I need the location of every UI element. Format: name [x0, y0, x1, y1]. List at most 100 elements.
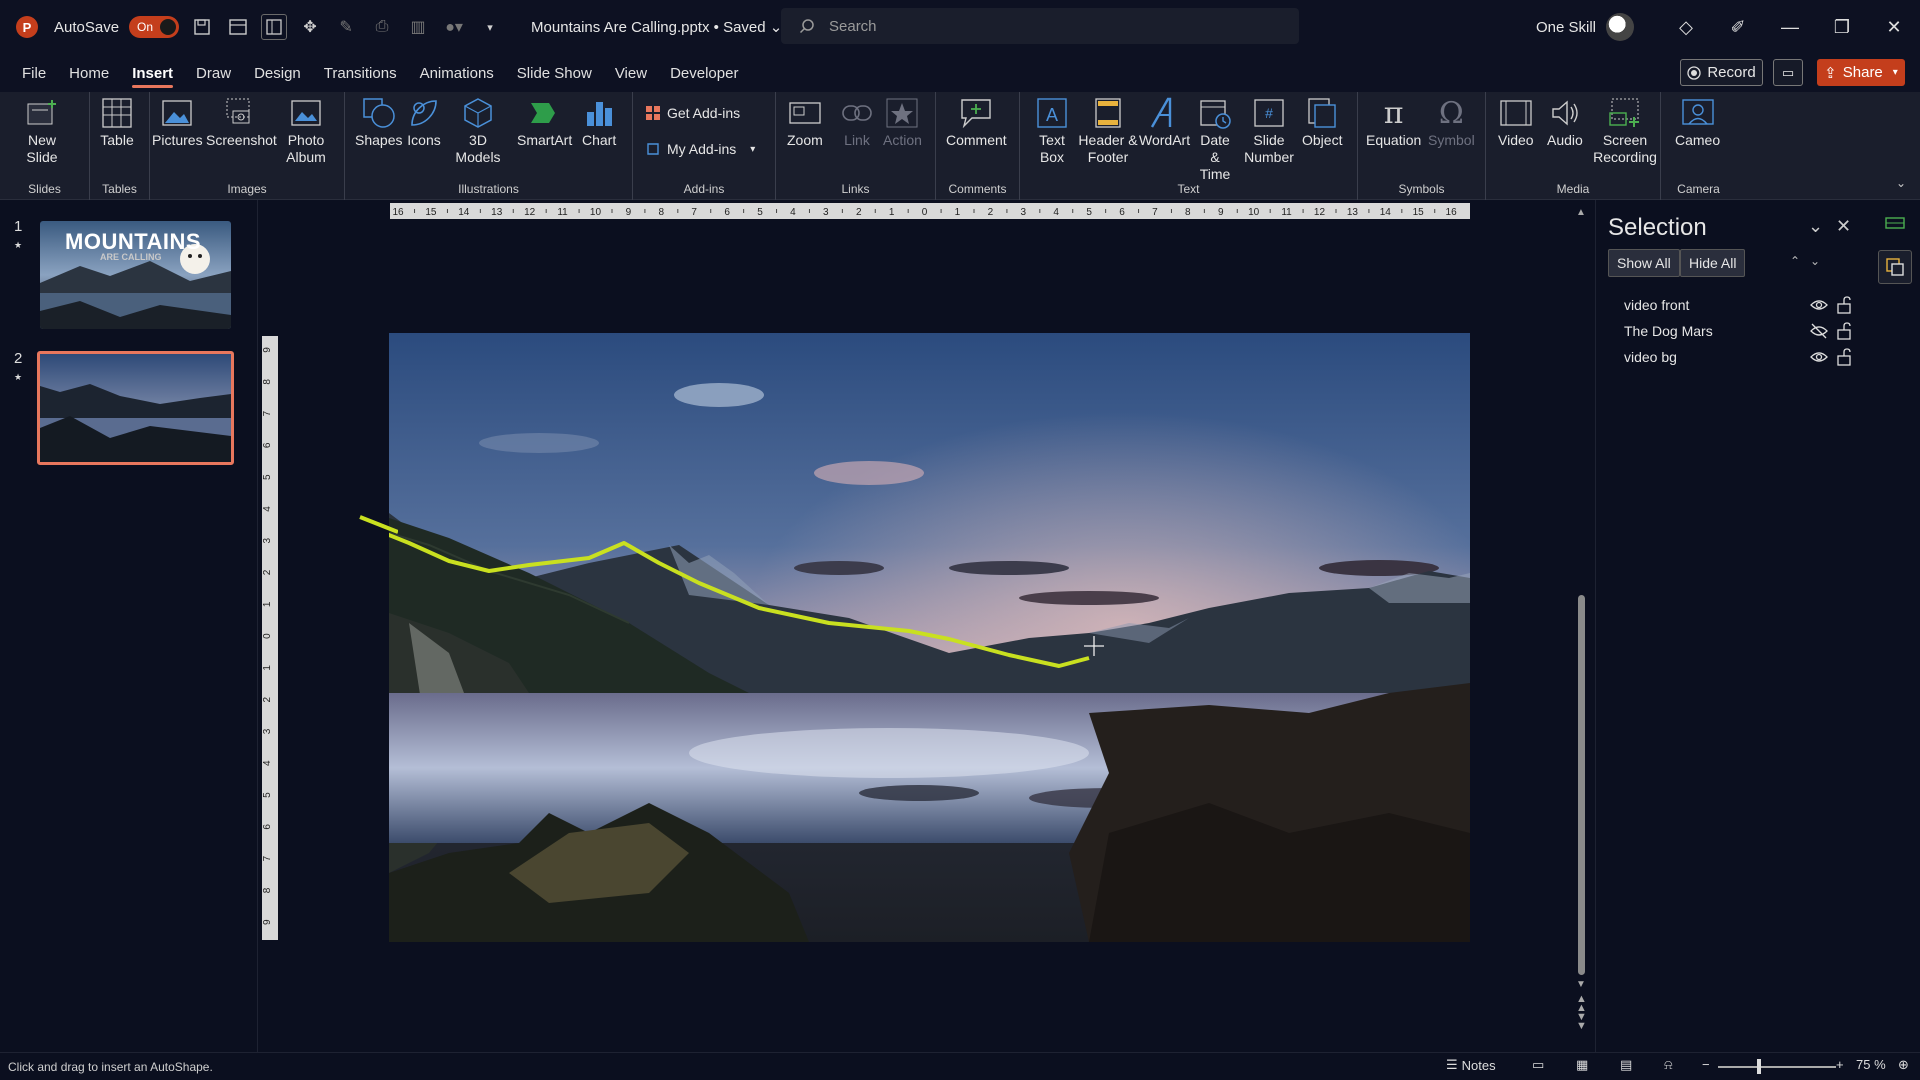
- table-button[interactable]: Table: [100, 96, 134, 149]
- wordart-button[interactable]: WordArt: [1139, 96, 1190, 149]
- tab-view[interactable]: View: [615, 59, 647, 88]
- slide-canvas[interactable]: [389, 333, 1470, 942]
- ruler-tick-label: 4: [262, 506, 273, 512]
- send-backward-icon[interactable]: ⌄: [1810, 254, 1820, 268]
- screen-recording-button[interactable]: Screen Recording: [1593, 96, 1657, 166]
- diamond-icon[interactable]: ◇: [1660, 0, 1712, 54]
- tab-file[interactable]: File: [22, 59, 46, 88]
- zoom-slider[interactable]: [1718, 1066, 1836, 1068]
- 3d-models-button[interactable]: 3D Models: [453, 96, 503, 166]
- cameo-button[interactable]: Cameo: [1675, 96, 1720, 149]
- eye-icon[interactable]: [1810, 350, 1828, 364]
- notes-button[interactable]: ☰ Notes: [1446, 1057, 1496, 1073]
- collapse-ribbon-icon[interactable]: ⌄: [1896, 176, 1906, 190]
- scroll-down-icon[interactable]: ▼: [1576, 979, 1586, 990]
- comments-button[interactable]: ▭: [1773, 59, 1803, 86]
- tab-developer[interactable]: Developer: [670, 59, 738, 88]
- show-all-button[interactable]: Show All: [1608, 249, 1680, 277]
- chart-button[interactable]: Chart: [582, 96, 616, 149]
- search-box[interactable]: Search: [781, 8, 1299, 44]
- zoom-button[interactable]: Zoom: [787, 96, 823, 149]
- bring-forward-icon[interactable]: ⌃: [1790, 254, 1800, 268]
- share-button[interactable]: ⇪ Share ▾: [1817, 59, 1905, 86]
- slide-thumbnail-1[interactable]: MOUNTAINS ARE CALLING: [40, 221, 231, 329]
- pane-options-chevron-icon[interactable]: ⌄: [1808, 216, 1823, 237]
- align-icon[interactable]: ▥: [405, 14, 431, 40]
- close-pane-icon[interactable]: ✕: [1836, 216, 1851, 237]
- smartart-button[interactable]: SmartArt: [517, 96, 572, 149]
- comment-button[interactable]: Comment: [946, 96, 1007, 149]
- zoom-slider-thumb[interactable]: [1757, 1059, 1761, 1074]
- hide-all-button[interactable]: Hide All: [1680, 249, 1746, 277]
- eye-hidden-icon[interactable]: [1810, 323, 1828, 339]
- icons-button[interactable]: Icons: [407, 96, 441, 149]
- avatar[interactable]: [1606, 13, 1634, 41]
- chevron-down-icon[interactable]: ▾: [1893, 67, 1898, 78]
- touch-mode-icon[interactable]: ✥: [297, 14, 323, 40]
- photo-album-button[interactable]: Photo Album: [278, 96, 334, 166]
- screenshot-button[interactable]: Screenshot: [206, 96, 277, 149]
- slide-show-icon[interactable]: ⍾: [1664, 1057, 1673, 1073]
- shape-icon[interactable]: ●▾: [441, 14, 467, 40]
- action-button[interactable]: Action: [883, 96, 922, 149]
- fit-slide-icon[interactable]: ⊕: [1898, 1057, 1909, 1073]
- shapes-button[interactable]: Shapes: [355, 96, 402, 149]
- draw-icon[interactable]: ✎: [333, 14, 359, 40]
- unlock-icon[interactable]: [1836, 296, 1852, 314]
- autosave-toggle[interactable]: On: [129, 16, 180, 38]
- tab-home[interactable]: Home: [69, 59, 109, 88]
- slide-sorter-icon[interactable]: ▦: [1576, 1057, 1588, 1073]
- normal-view-icon[interactable]: ▭: [1532, 1057, 1544, 1073]
- zoom-level[interactable]: 75 %: [1856, 1057, 1886, 1072]
- tab-animations[interactable]: Animations: [420, 59, 494, 88]
- get-addins-button[interactable]: Get Add-ins: [645, 105, 740, 121]
- equation-button[interactable]: π Equation: [1366, 96, 1421, 149]
- ribbon-group-illustrations: Shapes Icons 3D Models SmartArt Chart Il…: [345, 92, 633, 200]
- selection-item-video-front[interactable]: video front: [1624, 292, 1854, 318]
- minimize-button[interactable]: —: [1764, 0, 1816, 54]
- selection-item-the-dog-mars[interactable]: The Dog Mars: [1624, 318, 1854, 344]
- pictures-button[interactable]: Pictures: [152, 96, 203, 149]
- tab-insert[interactable]: Insert: [132, 59, 173, 88]
- selection-item-video-bg[interactable]: video bg: [1624, 344, 1854, 370]
- next-slide-icon[interactable]: ▼ ▼: [1576, 1012, 1587, 1032]
- tab-transitions[interactable]: Transitions: [324, 59, 397, 88]
- pen-icon[interactable]: ✐: [1712, 0, 1764, 54]
- eye-icon[interactable]: [1810, 298, 1828, 312]
- slide-thumbnail-2[interactable]: [37, 351, 234, 465]
- vertical-scrollbar[interactable]: ▲ ▼ ▲ ▲ ▼ ▼: [1576, 207, 1588, 1032]
- date-time-button[interactable]: Date & Time: [1195, 96, 1235, 183]
- presenter-view-icon[interactable]: [261, 14, 288, 40]
- unlock-icon[interactable]: [1836, 322, 1852, 340]
- object-button[interactable]: Object: [1302, 96, 1342, 149]
- scrollbar-thumb[interactable]: [1578, 595, 1585, 975]
- restore-button[interactable]: ❐: [1816, 0, 1868, 54]
- text-box-button[interactable]: A Text Box: [1034, 96, 1070, 166]
- zoom-in-icon[interactable]: +: [1836, 1057, 1844, 1072]
- my-addins-button[interactable]: My Add-ins ▾: [645, 141, 755, 157]
- zoom-out-icon[interactable]: −: [1702, 1057, 1710, 1072]
- header-footer-button[interactable]: Header & Footer: [1078, 96, 1138, 166]
- close-window-button[interactable]: ✕: [1868, 0, 1920, 54]
- tab-design[interactable]: Design: [254, 59, 301, 88]
- selection-pane-icon[interactable]: [1878, 250, 1912, 284]
- customize-qat-icon[interactable]: ▾: [477, 14, 503, 40]
- video-button[interactable]: Video: [1498, 96, 1534, 149]
- user-name[interactable]: One Skill: [1536, 19, 1596, 36]
- link-button[interactable]: Link: [840, 96, 874, 149]
- scroll-up-icon[interactable]: ▲: [1576, 207, 1586, 218]
- new-slide-button[interactable]: New Slide: [20, 96, 64, 166]
- unlock-icon[interactable]: [1836, 348, 1852, 366]
- slide-number-button[interactable]: # Slide Number: [1244, 96, 1294, 166]
- designer-icon[interactable]: [1878, 206, 1912, 240]
- tab-slide-show[interactable]: Slide Show: [517, 59, 592, 88]
- print-icon[interactable]: ⎙: [369, 14, 395, 40]
- audio-button[interactable]: Audio: [1547, 96, 1583, 149]
- document-title[interactable]: Mountains Are Calling.pptx • Saved ⌄: [531, 18, 782, 36]
- symbol-button[interactable]: Ω Symbol: [1428, 96, 1475, 149]
- tab-draw[interactable]: Draw: [196, 59, 231, 88]
- save-icon[interactable]: [189, 14, 215, 40]
- layout-icon[interactable]: [225, 14, 251, 40]
- reading-view-icon[interactable]: ▤: [1620, 1057, 1632, 1073]
- record-button[interactable]: Record: [1680, 59, 1763, 86]
